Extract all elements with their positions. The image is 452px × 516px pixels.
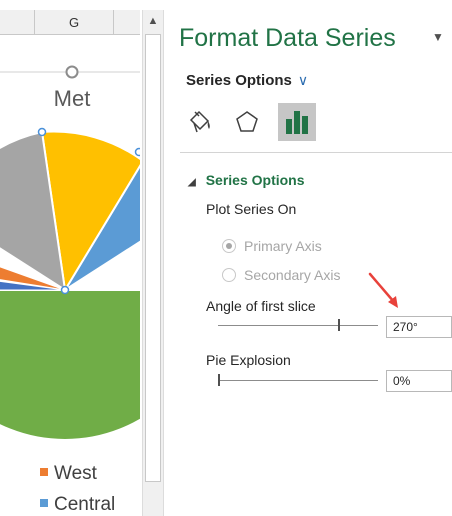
primary-axis-label: Primary Axis bbox=[244, 238, 322, 254]
chart-title[interactable]: Met bbox=[54, 86, 91, 111]
selection-handle[interactable] bbox=[37, 127, 47, 137]
rotate-handle[interactable] bbox=[65, 65, 79, 79]
selection-handle[interactable] bbox=[134, 147, 141, 157]
vertical-scrollbar[interactable]: ▲ bbox=[142, 10, 164, 516]
angle-of-first-slice-label: Angle of first slice bbox=[206, 298, 316, 314]
primary-axis-radio[interactable] bbox=[222, 239, 236, 253]
format-data-series-pane: Format Data Series ▼ Series Options ∨ ◢ Se… bbox=[164, 0, 452, 516]
pane-options-triangle-icon[interactable]: ▼ bbox=[432, 30, 444, 44]
pie-explosion-label: Pie Explosion bbox=[206, 352, 291, 368]
scroll-up-arrow-icon[interactable]: ▲ bbox=[143, 10, 163, 32]
fill-bucket-icon bbox=[189, 110, 210, 133]
pane-divider bbox=[180, 152, 452, 153]
explosion-slider-thumb[interactable] bbox=[218, 374, 220, 386]
angle-slider-track[interactable] bbox=[218, 325, 378, 326]
angle-slider-thumb[interactable] bbox=[338, 319, 340, 331]
legend-swatch-west bbox=[40, 468, 48, 476]
angle-input[interactable]: 270° bbox=[386, 316, 452, 338]
pane-title: Format Data Series bbox=[179, 24, 396, 52]
collapse-triangle-icon: ◢ bbox=[188, 177, 196, 188]
annotation-arrow-icon bbox=[368, 272, 398, 308]
legend-label-west[interactable]: West bbox=[54, 463, 98, 484]
tab-series-options[interactable] bbox=[278, 103, 316, 141]
pentagon-effects-icon bbox=[236, 111, 258, 132]
column-header-g[interactable]: G bbox=[34, 10, 114, 34]
plot-series-on-label: Plot Series On bbox=[206, 201, 297, 217]
legend-swatch-central bbox=[40, 499, 48, 507]
primary-axis-option[interactable]: Primary Axis bbox=[222, 238, 322, 254]
series-options-section-header[interactable]: ◢ Series Options bbox=[188, 172, 305, 188]
scrollbar-thumb[interactable] bbox=[145, 34, 161, 482]
bar-chart-icon bbox=[286, 111, 308, 134]
explosion-input[interactable]: 0% bbox=[386, 370, 452, 392]
explosion-slider-track[interactable] bbox=[218, 380, 378, 381]
secondary-axis-label: Secondary Axis bbox=[244, 267, 341, 283]
tab-effects[interactable] bbox=[229, 104, 265, 140]
worksheet-area: G Met West Central bbox=[0, 0, 140, 516]
pie-chart[interactable]: Met West Central bbox=[0, 40, 140, 516]
legend-label-central[interactable]: Central bbox=[54, 494, 115, 515]
tab-fill-line[interactable] bbox=[182, 104, 218, 140]
selection-handle[interactable] bbox=[60, 285, 70, 295]
secondary-axis-radio[interactable] bbox=[222, 268, 236, 282]
series-options-dropdown[interactable]: Series Options ∨ bbox=[186, 72, 308, 89]
series-options-dropdown-label: Series Options bbox=[186, 72, 292, 89]
secondary-axis-option[interactable]: Secondary Axis bbox=[222, 267, 341, 283]
section-title: Series Options bbox=[205, 172, 305, 188]
chevron-down-icon: ∨ bbox=[297, 72, 309, 88]
pie-slice-green[interactable] bbox=[0, 289, 140, 441]
column-header-bar: G bbox=[0, 10, 140, 35]
